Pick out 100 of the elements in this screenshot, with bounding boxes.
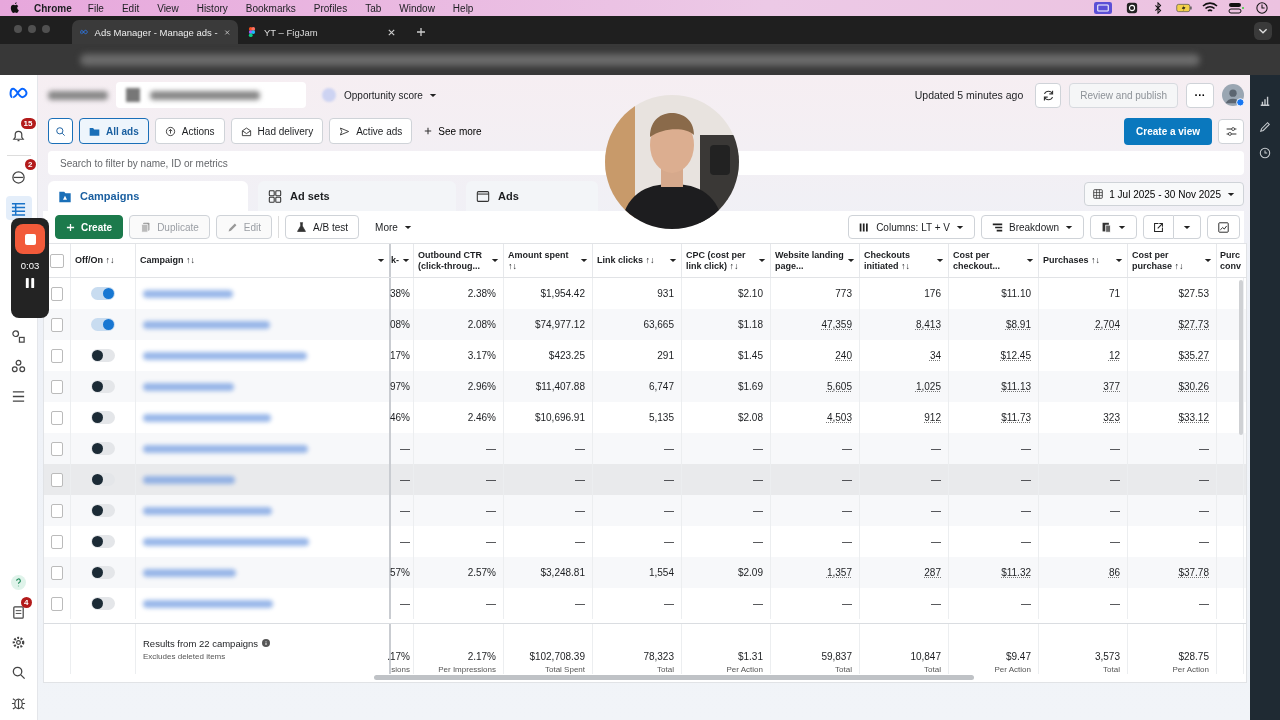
table-icon[interactable] bbox=[11, 200, 26, 216]
column-header[interactable]: Checkouts initiated ↑↓ bbox=[864, 249, 933, 272]
checkbox[interactable] bbox=[51, 472, 63, 487]
checkbox[interactable] bbox=[51, 348, 63, 363]
help-icon[interactable] bbox=[11, 574, 26, 590]
caret-icon[interactable] bbox=[402, 258, 410, 263]
checkbox[interactable] bbox=[51, 565, 63, 580]
shapes-icon[interactable] bbox=[11, 328, 26, 344]
menu-item[interactable]: Profiles bbox=[313, 2, 348, 14]
toggle-switch[interactable] bbox=[91, 349, 115, 362]
toggle-switch[interactable] bbox=[91, 287, 115, 300]
menu-item[interactable]: File bbox=[87, 2, 104, 14]
toggle-switch[interactable] bbox=[91, 318, 115, 331]
menu-icon[interactable] bbox=[11, 388, 26, 404]
control-center-icon[interactable] bbox=[1228, 2, 1244, 14]
caret-icon[interactable] bbox=[1204, 258, 1212, 263]
column-header[interactable]: Purchases ↑↓ bbox=[1043, 255, 1112, 266]
caret-icon[interactable] bbox=[491, 258, 499, 263]
filter-chip[interactable]: All ads bbox=[79, 118, 149, 144]
more-options-button[interactable]: ··· bbox=[1186, 82, 1214, 108]
filter-chip[interactable]: Active ads bbox=[329, 118, 413, 144]
toggle-switch[interactable] bbox=[91, 473, 115, 486]
filter-chip[interactable]: Had delivery bbox=[230, 118, 324, 144]
level-tab[interactable]: Ad sets bbox=[258, 181, 456, 211]
new-tab-icon[interactable] bbox=[416, 27, 426, 37]
toggle-switch[interactable] bbox=[91, 535, 115, 548]
level-tab[interactable]: Ads bbox=[466, 181, 598, 211]
date-range-picker[interactable]: 1 Jul 2025 - 30 Nov 2025 bbox=[1084, 182, 1244, 206]
wifi-icon[interactable] bbox=[1202, 2, 1218, 14]
toggle-switch[interactable] bbox=[91, 442, 115, 455]
column-header[interactable]: Cost per purchase ↑↓ bbox=[1132, 249, 1201, 272]
caret-icon[interactable] bbox=[580, 258, 588, 263]
battery-icon[interactable] bbox=[1176, 2, 1192, 14]
checkbox[interactable] bbox=[51, 379, 63, 394]
stop-button[interactable] bbox=[15, 224, 45, 254]
bar-chart-icon[interactable] bbox=[1259, 95, 1271, 107]
browser-tab[interactable]: Ads Manager - Manage ads - bbox=[72, 20, 238, 44]
column-header[interactable]: Purc conv bbox=[1220, 249, 1244, 272]
columns-dropdown[interactable]: Columns: LT + V bbox=[848, 215, 975, 239]
checkbox[interactable] bbox=[51, 534, 63, 549]
toggle-switch[interactable] bbox=[91, 380, 115, 393]
column-header[interactable]: Link clicks ↑↓ bbox=[597, 255, 666, 266]
caret-icon[interactable] bbox=[1026, 258, 1034, 263]
avatar[interactable] bbox=[1222, 84, 1244, 106]
checkbox[interactable] bbox=[51, 317, 63, 332]
scrollbar-thumb[interactable] bbox=[1239, 280, 1243, 435]
menu-item[interactable]: Bookmarks bbox=[245, 2, 296, 14]
column-header[interactable]: CPC (cost per link click) ↑↓ bbox=[686, 249, 755, 272]
column-header[interactable]: Off/On ↑↓ bbox=[75, 255, 131, 266]
gear-icon[interactable] bbox=[1124, 2, 1140, 14]
clock-icon[interactable] bbox=[1254, 2, 1270, 14]
caret-icon[interactable] bbox=[758, 258, 766, 263]
column-header[interactable]: Website landing page... bbox=[775, 249, 844, 272]
ab-test-button[interactable]: A/B test bbox=[285, 215, 360, 239]
chevron-down-icon[interactable] bbox=[1254, 22, 1272, 40]
scrollbar-thumb[interactable] bbox=[374, 675, 974, 680]
column-header[interactable]: Amount spent ↑↓ bbox=[508, 249, 577, 272]
toggle-switch[interactable] bbox=[91, 504, 115, 517]
people-icon[interactable] bbox=[11, 358, 26, 374]
menu-item[interactable]: Edit bbox=[121, 2, 140, 14]
toggle-switch[interactable] bbox=[91, 411, 115, 424]
caret-icon[interactable] bbox=[936, 258, 944, 263]
column-header[interactable]: Campaign ↑↓ bbox=[140, 255, 374, 266]
settings-icon[interactable] bbox=[11, 634, 26, 650]
menu-item[interactable]: Window bbox=[399, 2, 435, 14]
column-header[interactable]: Outbound CTR (click-throug... bbox=[418, 249, 488, 272]
column-header[interactable]: Cost per checkout... bbox=[953, 249, 1023, 272]
screen-share-icon[interactable] bbox=[1092, 2, 1114, 14]
caret-icon[interactable] bbox=[1115, 258, 1123, 263]
infinity-logo-icon[interactable] bbox=[8, 87, 29, 99]
search-button[interactable] bbox=[48, 118, 73, 144]
gauge-icon[interactable] bbox=[11, 168, 26, 184]
chart-button[interactable] bbox=[1207, 215, 1240, 239]
search-icon[interactable] bbox=[11, 664, 26, 680]
clock-icon[interactable] bbox=[1259, 147, 1271, 159]
caret-icon[interactable] bbox=[847, 258, 855, 263]
create-button[interactable]: Create bbox=[55, 215, 124, 239]
level-tab[interactable]: Campaigns bbox=[48, 181, 248, 211]
see-more-button[interactable]: See more bbox=[418, 124, 488, 138]
apple-icon[interactable] bbox=[10, 2, 20, 14]
refresh-button[interactable] bbox=[1035, 82, 1062, 108]
checkbox[interactable] bbox=[51, 596, 63, 611]
filter-chip[interactable]: Actions bbox=[154, 118, 225, 144]
sliders-button[interactable] bbox=[1218, 118, 1244, 144]
menu-item[interactable]: History bbox=[196, 2, 228, 14]
redacted-account-selector[interactable] bbox=[116, 82, 306, 108]
pencil-icon[interactable] bbox=[1259, 121, 1271, 133]
checkbox[interactable] bbox=[51, 410, 63, 425]
info-icon[interactable] bbox=[262, 639, 271, 647]
checkbox[interactable] bbox=[51, 441, 63, 456]
export-button[interactable] bbox=[1143, 215, 1174, 239]
pause-icon[interactable] bbox=[25, 277, 35, 289]
opportunity-score-dropdown[interactable]: Opportunity score bbox=[344, 89, 437, 101]
browser-tab[interactable]: YT – FigJam bbox=[238, 20, 404, 44]
more-dropdown[interactable]: More bbox=[365, 215, 422, 239]
caret-icon[interactable] bbox=[669, 258, 677, 263]
checkbox[interactable] bbox=[51, 503, 63, 518]
document-icon[interactable] bbox=[11, 604, 26, 620]
toggle-switch[interactable] bbox=[91, 597, 115, 610]
menu-item[interactable]: Help bbox=[452, 2, 474, 14]
